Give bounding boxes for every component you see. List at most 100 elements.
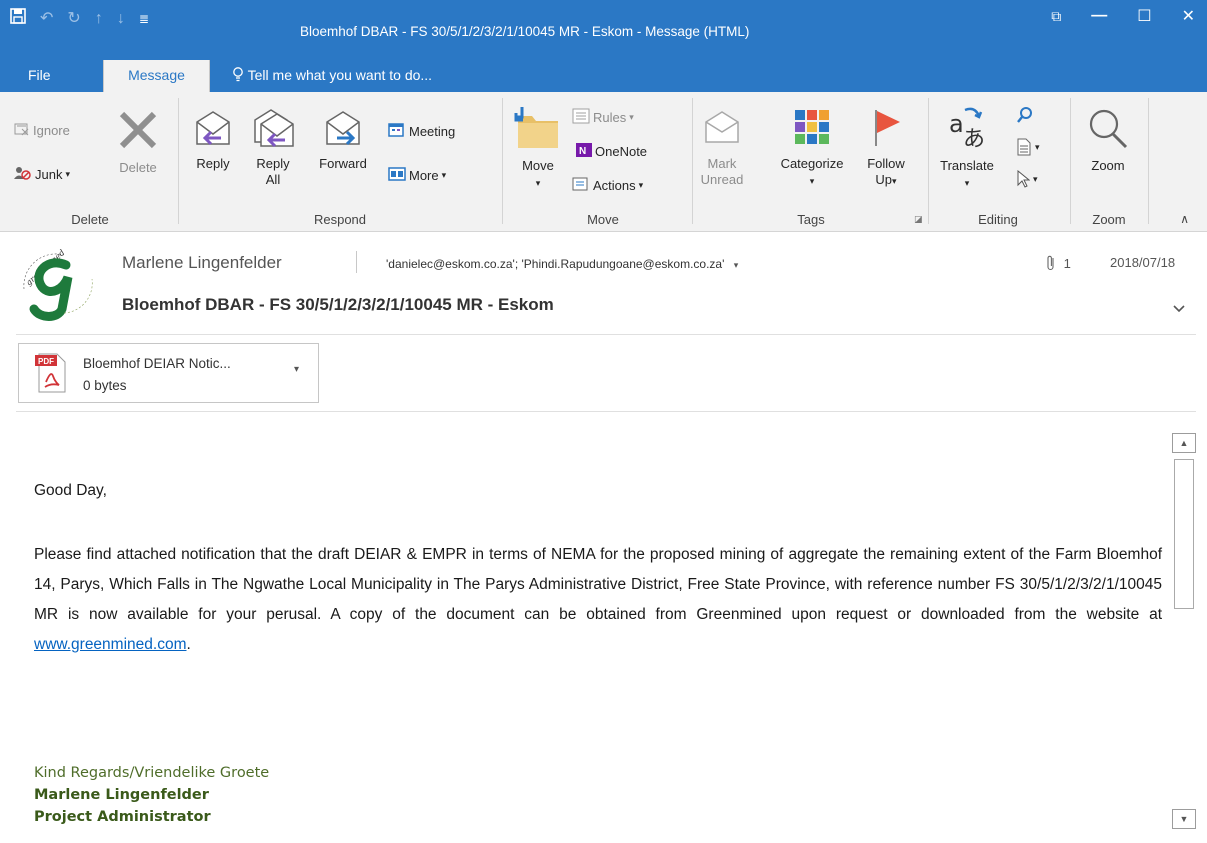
svg-text:N: N: [579, 146, 586, 157]
junk-button[interactable]: Junk ▾: [14, 166, 70, 183]
vertical-scrollbar[interactable]: ▲ ▼: [1172, 433, 1196, 831]
delete-button[interactable]: Delete: [110, 108, 166, 176]
attachment-dropdown-icon[interactable]: ▾: [294, 364, 299, 375]
ribbon-display-options-icon[interactable]: ⧉: [1051, 8, 1061, 25]
find-icon[interactable]: [1016, 106, 1034, 124]
quick-access-toolbar: ↶ ↻ ↑ ↓ ≣: [10, 8, 149, 30]
attachment-name: Bloemhof DEIAR Notic...: [83, 356, 231, 371]
tab-file[interactable]: File: [14, 60, 65, 92]
close-button[interactable]: ✕: [1182, 6, 1195, 26]
forward-button[interactable]: Forward: [310, 108, 376, 172]
actions-button[interactable]: Actions ▾: [572, 176, 643, 195]
scroll-down-icon[interactable]: ▼: [1172, 809, 1196, 829]
related-icon[interactable]: ▾: [1016, 138, 1040, 156]
header-divider: [356, 251, 357, 273]
attachment-card[interactable]: PDF Bloemhof DEIAR Notic... 0 bytes ▾: [18, 343, 319, 403]
svg-text:a: a: [949, 110, 964, 138]
forward-icon: [310, 108, 376, 152]
calendar-icon: [388, 122, 406, 141]
recipients[interactable]: 'danielec@eskom.co.za'; 'Phindi.Rapudung…: [386, 257, 738, 271]
signature-title: Project Administrator: [34, 809, 211, 825]
svg-text:PDF: PDF: [38, 357, 54, 366]
zoom-button[interactable]: Zoom: [1080, 106, 1136, 174]
ignore-icon: [14, 122, 30, 139]
group-label-delete: Delete: [71, 212, 109, 227]
signature-regards: Kind Regards/Vriendelike Groete: [34, 765, 270, 781]
save-icon[interactable]: [10, 8, 26, 30]
message-subject: Bloemhof DBAR - FS 30/5/1/2/3/2/1/10045 …: [122, 295, 554, 314]
more-respond-button[interactable]: More ▾: [388, 166, 446, 185]
junk-icon: [14, 166, 32, 183]
rules-button[interactable]: Rules ▾: [572, 108, 634, 127]
maximize-button[interactable]: ☐: [1137, 6, 1151, 26]
flag-icon: [858, 108, 914, 152]
message-header: greenmined Marlene Lingenfelder 'daniele…: [0, 233, 1207, 335]
expand-header-icon[interactable]: [1172, 301, 1186, 317]
rules-icon: [572, 108, 590, 127]
website-link[interactable]: www.greenmined.com: [34, 636, 186, 653]
redo-icon[interactable]: ↻: [67, 9, 80, 29]
ribbon: Ignore Junk ▾ Delete Delete Reply Reply A…: [0, 92, 1207, 232]
tab-message[interactable]: Message: [103, 60, 210, 92]
group-divider: [502, 98, 503, 224]
group-divider: [178, 98, 179, 224]
body-paragraph: Please find attached notification that t…: [34, 540, 1162, 660]
actions-icon: [572, 176, 590, 195]
reply-button[interactable]: Reply: [190, 108, 236, 172]
sender-logo: greenmined: [18, 248, 96, 321]
move-button[interactable]: Move ▾: [512, 104, 564, 191]
message-date: 2018/07/18: [1110, 255, 1176, 270]
mark-unread-button[interactable]: Mark Unread: [700, 108, 744, 188]
move-folder-icon: [512, 104, 564, 154]
reply-all-icon: [250, 108, 296, 152]
ignore-button[interactable]: Ignore: [14, 122, 70, 139]
mark-unread-icon: [700, 108, 744, 152]
tags-dialog-launcher-icon[interactable]: ◪: [914, 214, 923, 225]
customize-qat-icon[interactable]: ≣: [139, 9, 149, 29]
window-title: Bloemhof DBAR - FS 30/5/1/2/3/2/1/10045 …: [300, 24, 750, 39]
signature: Kind Regards/Vriendelike Groete Marlene …: [34, 762, 269, 828]
group-divider: [928, 98, 929, 224]
magnifier-icon: [1080, 106, 1136, 154]
scroll-thumb[interactable]: [1174, 459, 1194, 609]
lightbulb-icon: [232, 67, 248, 83]
translate-button[interactable]: aあ Translate ▾: [934, 106, 1000, 191]
tell-me-search[interactable]: Tell me what you want to do...: [232, 60, 432, 92]
select-cursor-icon[interactable]: ▾: [1016, 170, 1038, 188]
recipients-expand-icon[interactable]: ▾: [734, 260, 739, 270]
down-arrow-icon[interactable]: ↓: [117, 9, 125, 29]
categorize-button[interactable]: Categorize ▾: [766, 108, 858, 189]
ribbon-tabs: File Message Tell me what you want to do…: [0, 60, 1207, 92]
reply-icon: [190, 108, 236, 152]
group-divider: [692, 98, 693, 224]
group-label-zoom: Zoom: [1092, 212, 1126, 227]
categorize-icon: [766, 108, 858, 152]
attachment-divider-line: [16, 411, 1196, 412]
translate-icon: aあ: [934, 106, 1000, 154]
minimize-button[interactable]: —: [1091, 7, 1107, 25]
follow-up-button[interactable]: Follow Up▾: [858, 108, 914, 189]
pdf-file-icon: PDF: [33, 352, 67, 394]
reply-all-button[interactable]: Reply All: [250, 108, 296, 188]
greeting: Good Day,: [34, 482, 107, 499]
group-divider: [1148, 98, 1149, 224]
delete-x-icon: [110, 108, 166, 156]
up-arrow-icon[interactable]: ↑: [95, 9, 103, 29]
attachment-count: 1: [1046, 255, 1071, 271]
title-bar: ↶ ↻ ↑ ↓ ≣ Bloemhof DBAR - FS 30/5/1/2/3/…: [0, 0, 1207, 60]
paragraph-end: .: [186, 636, 191, 653]
sender-name[interactable]: Marlene Lingenfelder: [122, 253, 282, 273]
collapse-ribbon-icon[interactable]: ∧: [1180, 212, 1189, 226]
scroll-up-icon[interactable]: ▲: [1172, 433, 1196, 453]
onenote-button[interactable]: N OneNote: [576, 142, 647, 161]
meeting-button[interactable]: Meeting: [388, 122, 455, 141]
tell-me-text: Tell me what you want to do...: [247, 67, 433, 83]
group-label-move: Move: [587, 212, 619, 227]
window-controls: ⧉ — ☐ ✕: [1051, 6, 1195, 26]
group-divider: [1070, 98, 1071, 224]
recipient-list: 'danielec@eskom.co.za'; 'Phindi.Rapudung…: [386, 257, 725, 271]
undo-icon[interactable]: ↶: [40, 9, 53, 29]
paragraph-text: Please find attached notification that t…: [34, 546, 1162, 623]
signature-name: Marlene Lingenfelder: [34, 787, 209, 803]
group-label-editing: Editing: [978, 212, 1018, 227]
